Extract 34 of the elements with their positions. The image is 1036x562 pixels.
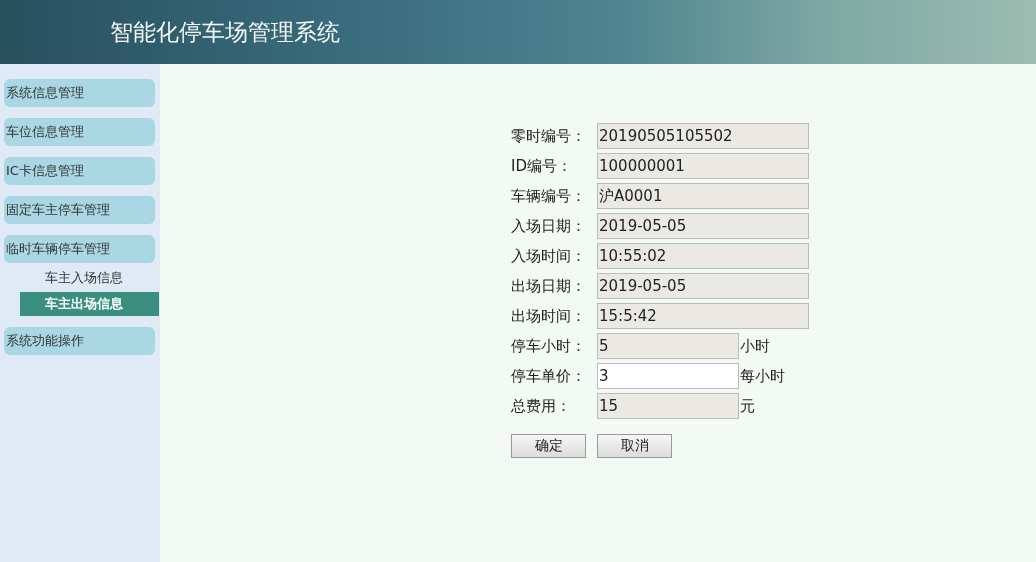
field-label: 车辆编号： bbox=[511, 186, 587, 206]
system-title: 智能化停车场管理系统 bbox=[110, 17, 340, 47]
input-field[interactable]: 15:5:42 bbox=[597, 303, 809, 329]
input-field[interactable]: 15 bbox=[597, 393, 739, 419]
field-label: 总费用： bbox=[511, 396, 572, 416]
unit-label: 元 bbox=[740, 396, 755, 416]
input-field[interactable]: 2019-05-05 bbox=[597, 273, 809, 299]
sidebar-item[interactable]: 临时车辆停车管理 bbox=[4, 235, 155, 263]
field-label: 出场时间： bbox=[511, 306, 587, 326]
field-label: 停车小时： bbox=[511, 336, 587, 356]
sidebar-item[interactable]: 车位信息管理 bbox=[4, 118, 155, 146]
field-label: 出场日期： bbox=[511, 276, 587, 296]
sidebar-subitem[interactable]: 车主出场信息 bbox=[20, 292, 159, 316]
field-label: 入场日期： bbox=[511, 216, 587, 236]
input-field[interactable]: 10:55:02 bbox=[597, 243, 809, 269]
unit-label: 每小时 bbox=[740, 366, 785, 386]
input-field[interactable]: 沪A0001 bbox=[597, 183, 809, 209]
input-field[interactable]: 3 bbox=[597, 363, 739, 389]
sidebar-item[interactable]: IC卡信息管理 bbox=[4, 157, 155, 185]
sidebar-item[interactable]: 系统功能操作 bbox=[4, 327, 155, 355]
input-field[interactable]: 2019-05-05 bbox=[597, 213, 809, 239]
sidebar-item[interactable]: 固定车主停车管理 bbox=[4, 196, 155, 224]
field-label: 入场时间： bbox=[511, 246, 587, 266]
field-label: 零时编号： bbox=[511, 126, 587, 146]
input-field[interactable]: 20190505105502 bbox=[597, 123, 809, 149]
sidebar-subitem[interactable]: 车主入场信息 bbox=[20, 266, 159, 290]
cancel-button[interactable]: 取消 bbox=[597, 434, 672, 458]
input-field[interactable]: 5 bbox=[597, 333, 739, 359]
sidebar-item[interactable]: 系统信息管理 bbox=[4, 79, 155, 107]
unit-label: 小时 bbox=[740, 336, 770, 356]
field-label: ID编号： bbox=[511, 156, 573, 176]
input-field[interactable]: 100000001 bbox=[597, 153, 809, 179]
field-label: 停车单价： bbox=[511, 366, 587, 386]
confirm-button[interactable]: 确定 bbox=[511, 434, 586, 458]
